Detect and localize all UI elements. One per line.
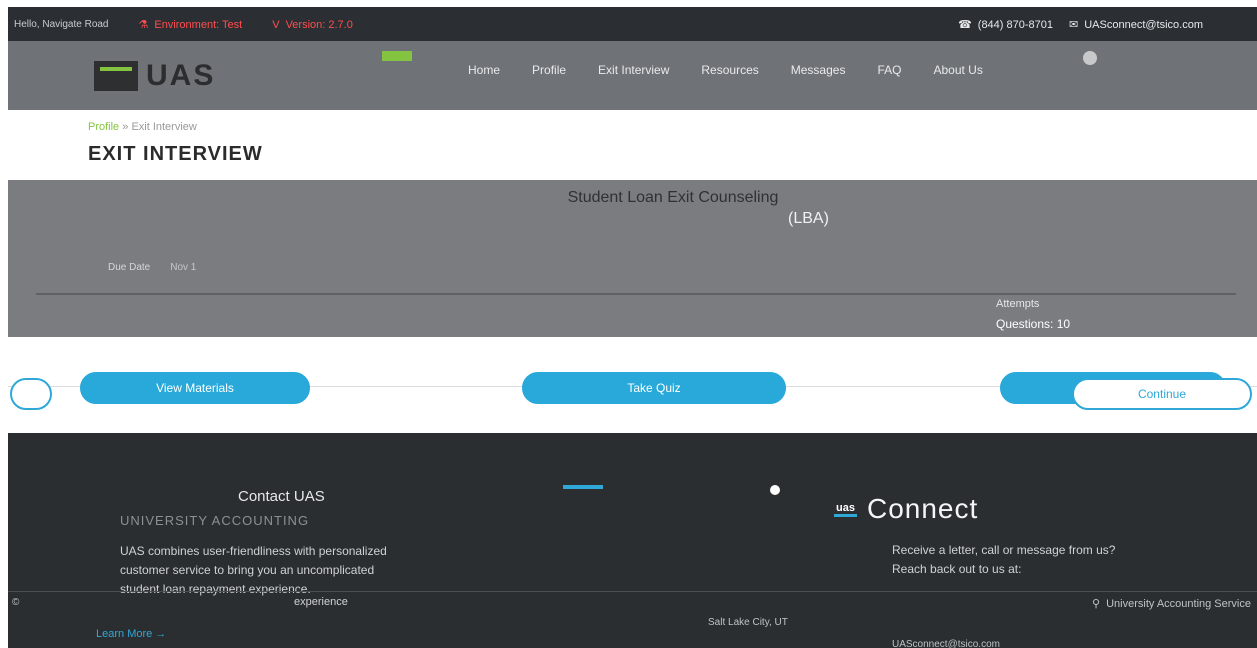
questions-count: Questions: 10 [996,317,1071,331]
footer-bottom-left: © [12,597,20,608]
course-subtitle: (LBA) [788,210,829,227]
version-label: Version: 2.7.0 [285,18,353,31]
best-score: Best Score: 100.00% [996,337,1109,351]
phone-icon: ☎ [958,19,972,31]
uas-badge: uas [834,501,857,517]
user-avatar-icon[interactable] [1083,51,1097,65]
breadcrumb: Profile » Exit Interview [88,121,197,133]
tag-icon: V [272,18,280,31]
view-materials-button[interactable]: View Materials [80,372,310,404]
phone-link[interactable]: ☎ (844) 870-8701 [958,18,1054,32]
nav-messages[interactable]: Messages [791,63,846,77]
site-logo[interactable]: UAS [94,53,324,99]
connect-wordmark: Connect [866,493,979,524]
attempts-label: Attempts [996,298,1040,310]
due-date-label: Due Date [108,262,151,273]
footer-experience-text: experience [294,596,348,608]
footer-divider [8,591,1257,592]
course-title: Student Loan Exit Counseling [567,189,779,206]
footer-connect-email[interactable]: UASconnect@tsico.com [892,639,1000,648]
course-stats: Attempts Questions: 10 Best Score: 100.0… [996,294,1109,354]
site-footer: UNIVERSITY ACCOUNTING UAS combines user-… [8,433,1257,648]
flask-icon: ⚗ [138,19,149,31]
nav-home[interactable]: Home [468,63,500,77]
logo-wordmark: UAS [146,59,216,92]
take-quiz-button[interactable]: Take Quiz [522,372,786,404]
header-accent [382,51,412,61]
footer-address: Salt Lake City, UT [708,617,788,628]
page-title: EXIT INTERVIEW [88,143,263,165]
copyright-text: University Accounting Service [1106,597,1251,610]
environment-label: Environment: Test [154,18,243,31]
nav-about[interactable]: About Us [933,63,982,77]
breadcrumb-profile[interactable]: Profile [88,121,119,133]
nav-faq[interactable]: FAQ [877,63,901,77]
top-utility-bar: Hello, Navigate Road ⚗ Environment: Test… [8,7,1257,41]
footer-connect-text: Receive a letter, call or message from u… [892,543,1116,576]
due-date-value: Nov 1 [170,262,197,273]
main-nav: Home Profile Exit Interview Resources Me… [468,63,983,77]
breadcrumb-separator: » [122,121,129,133]
footer-accent-line [563,485,603,489]
nav-resources[interactable]: Resources [701,63,758,77]
footer-about: UNIVERSITY ACCOUNTING UAS combines user-… [120,513,390,599]
logo-mark-icon [94,61,138,91]
envelope-icon: ✉ [1069,19,1079,31]
breadcrumb-current: Exit Interview [131,121,197,133]
nav-exit-interview[interactable]: Exit Interview [598,63,669,77]
phone-number: (844) 870-8701 [977,18,1054,31]
footer-copyright: ⚲ University Accounting Service [1092,597,1251,611]
continue-button[interactable]: Continue [1072,378,1252,410]
welcome-text: Hello, Navigate Road [14,19,109,30]
environment-badge: ⚗ Environment: Test [138,18,243,32]
location-pin-icon: ⚲ [1092,598,1101,610]
email-address: UASconnect@tsico.com [1084,18,1203,31]
footer-dot-icon [770,485,780,495]
main-header: UAS Home Profile Exit Interview Resource… [8,41,1257,110]
back-button[interactable] [10,378,52,410]
action-buttons: View Materials Take Quiz Review Continue [0,372,1257,410]
version-badge: V Version: 2.7.0 [272,19,353,31]
course-meta: Due Date Nov 1 [108,262,196,273]
email-link[interactable]: ✉ UASconnect@tsico.com [1069,18,1203,32]
connect-logo: uas Connect [834,493,978,525]
learn-more-link[interactable]: Learn More → [96,628,166,640]
footer-about-heading: UNIVERSITY ACCOUNTING [120,513,310,528]
course-panel: Student Loan Exit Counseling (LBA) Due D… [8,180,1257,351]
nav-profile[interactable]: Profile [532,63,566,77]
footer-contact-title: Contact UAS [238,488,325,505]
